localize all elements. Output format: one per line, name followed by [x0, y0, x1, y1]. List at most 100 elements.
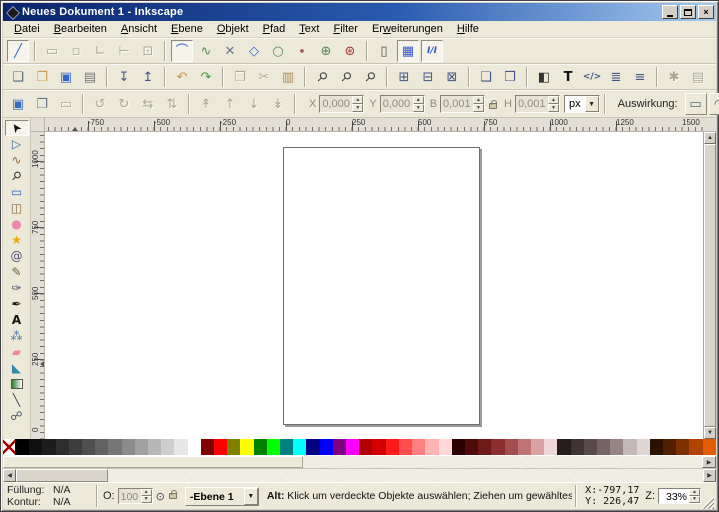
- palette-swatch[interactable]: [557, 439, 570, 455]
- layer-combo-arrow-icon[interactable]: ▼: [244, 488, 258, 505]
- select-all-layers-button[interactable]: ❐: [31, 93, 53, 115]
- palette-swatch[interactable]: [412, 439, 425, 455]
- fill-stroke-indicator[interactable]: Füllung: N/A Kontur: N/A: [5, 484, 93, 508]
- palette-swatch[interactable]: [386, 439, 399, 455]
- star-tool-button[interactable]: ★: [5, 232, 29, 248]
- palette-swatch[interactable]: [505, 439, 518, 455]
- x-spin-down[interactable]: ▼: [352, 104, 363, 112]
- lower-button[interactable]: ↓: [243, 93, 265, 115]
- document-properties-button[interactable]: ▤: [687, 66, 709, 88]
- vertical-ruler[interactable]: 10007505002500: [31, 132, 45, 439]
- maximize-button[interactable]: [680, 5, 696, 19]
- tweak-tool-button[interactable]: ∿: [5, 152, 29, 168]
- minimize-button[interactable]: [662, 5, 678, 19]
- layer-selector[interactable]: -Ebene 1 ▼: [185, 487, 259, 506]
- snap-grid-button[interactable]: ▦: [397, 40, 419, 62]
- scroll-left-button[interactable]: ◀: [3, 469, 16, 482]
- snap-rotation-centers-button[interactable]: ⊛: [339, 40, 361, 62]
- zoom-drawing-button[interactable]: ⚲: [335, 66, 357, 88]
- align-dialog-button[interactable]: ≣: [605, 66, 627, 88]
- box3d-tool-button[interactable]: ◫: [5, 200, 29, 216]
- palette-swatch[interactable]: [16, 439, 29, 455]
- snap-nodes-button[interactable]: ⌒: [171, 40, 193, 62]
- horizontal-ruler[interactable]: -750-500-2500250500750100012501500: [45, 118, 703, 132]
- horizontal-scrollbar-thumb[interactable]: [16, 469, 108, 482]
- palette-swatch[interactable]: [306, 439, 319, 455]
- snap-bbox-button[interactable]: ▭: [41, 40, 63, 62]
- palette-swatch[interactable]: [161, 439, 174, 455]
- scroll-right-button[interactable]: ▶: [703, 469, 716, 482]
- palette-swatch[interactable]: [491, 439, 504, 455]
- palette-swatch[interactable]: [201, 439, 214, 455]
- palette-swatch[interactable]: [703, 439, 716, 455]
- palette-swatch[interactable]: [650, 439, 663, 455]
- palette-swatch[interactable]: [584, 439, 597, 455]
- menu-ansicht[interactable]: Ansicht: [114, 22, 164, 36]
- menu-text[interactable]: Text: [292, 22, 326, 36]
- horizontal-scrollbar-track[interactable]: [108, 469, 703, 482]
- palette-swatch[interactable]: [293, 439, 306, 455]
- zoom-page-button[interactable]: ⚲: [359, 66, 381, 88]
- save-document-button[interactable]: ▣: [55, 66, 77, 88]
- palette-swatch[interactable]: [452, 439, 465, 455]
- layers-dialog-button[interactable]: ≡: [629, 66, 651, 88]
- snap-page-border-button[interactable]: ▯: [373, 40, 395, 62]
- bucket-tool-button[interactable]: ◣: [5, 360, 29, 376]
- ungroup-button[interactable]: ❒: [499, 66, 521, 88]
- palette-swatch[interactable]: [148, 439, 161, 455]
- duplicate-button[interactable]: ⊞: [393, 66, 415, 88]
- height-spin-up[interactable]: ▲: [548, 96, 559, 104]
- palette-swatch[interactable]: [188, 439, 201, 455]
- palette-swatch[interactable]: [597, 439, 610, 455]
- opacity-spin-up[interactable]: ▲: [141, 489, 152, 496]
- menu-ebene[interactable]: Ebene: [164, 22, 210, 36]
- raise-to-top-button[interactable]: ↟: [195, 93, 217, 115]
- rotate-ccw-button[interactable]: ↺: [89, 93, 111, 115]
- palette-swatch[interactable]: [531, 439, 544, 455]
- zoom-spin-up[interactable]: ▲: [689, 489, 700, 496]
- group-button[interactable]: ❑: [475, 66, 497, 88]
- menu-datei[interactable]: Datei: [7, 22, 47, 36]
- x-field[interactable]: 0,000 ▲▼: [319, 95, 364, 113]
- palette-swatch[interactable]: [108, 439, 121, 455]
- print-document-button[interactable]: ▤: [79, 66, 101, 88]
- palette-swatch[interactable]: [42, 439, 55, 455]
- canvas[interactable]: [45, 132, 703, 439]
- palette-swatch[interactable]: [637, 439, 650, 455]
- palette-swatch[interactable]: [82, 439, 95, 455]
- copy-button[interactable]: ❐: [229, 66, 251, 88]
- snap-guides-button[interactable]: I/I: [421, 40, 443, 62]
- menu-erweiterungen[interactable]: Erweiterungen: [365, 22, 450, 36]
- palette-scrollbar-thumb[interactable]: [3, 456, 303, 468]
- palette-swatch[interactable]: [544, 439, 557, 455]
- palette-scrollbar-track[interactable]: [303, 456, 702, 468]
- snap-bbox-edges-button[interactable]: ▫: [65, 40, 87, 62]
- snap-enable-button[interactable]: ╱: [7, 40, 29, 62]
- zoom-field[interactable]: 33% ▲▼: [658, 488, 701, 504]
- width-field[interactable]: 0,001 ▲▼: [440, 95, 485, 113]
- snap-bbox-edge-midpoints-button[interactable]: ⊢: [113, 40, 135, 62]
- redo-button[interactable]: ↷: [195, 66, 217, 88]
- menu-bearbeiten[interactable]: Bearbeiten: [47, 22, 114, 36]
- palette-swatch[interactable]: [623, 439, 636, 455]
- deselect-button[interactable]: ▭: [55, 93, 77, 115]
- opacity-spin-down[interactable]: ▼: [141, 496, 152, 503]
- export-button[interactable]: ↥: [137, 66, 159, 88]
- preferences-button[interactable]: ✱: [663, 66, 685, 88]
- palette-scrollbar[interactable]: ▶: [3, 455, 716, 468]
- text-tool-button[interactable]: A: [5, 312, 29, 328]
- palette-swatch[interactable]: [29, 439, 42, 455]
- lower-to-bottom-button[interactable]: ↡: [267, 93, 289, 115]
- window-resize-grip[interactable]: [701, 496, 714, 509]
- connector-tool-button[interactable]: ☍: [5, 408, 29, 424]
- y-spin-down[interactable]: ▼: [413, 104, 424, 112]
- bezier-tool-button[interactable]: ✑: [5, 280, 29, 296]
- y-field[interactable]: 0,000 ▲▼: [380, 95, 425, 113]
- gradient-tool-button[interactable]: [5, 376, 29, 392]
- palette-swatch[interactable]: [372, 439, 385, 455]
- palette-swatch[interactable]: [346, 439, 359, 455]
- palette-swatch[interactable]: [663, 439, 676, 455]
- unlink-clone-button[interactable]: ⊠: [441, 66, 463, 88]
- palette-swatch[interactable]: [69, 439, 82, 455]
- horizontal-scrollbar[interactable]: ◀ ▶: [3, 468, 716, 482]
